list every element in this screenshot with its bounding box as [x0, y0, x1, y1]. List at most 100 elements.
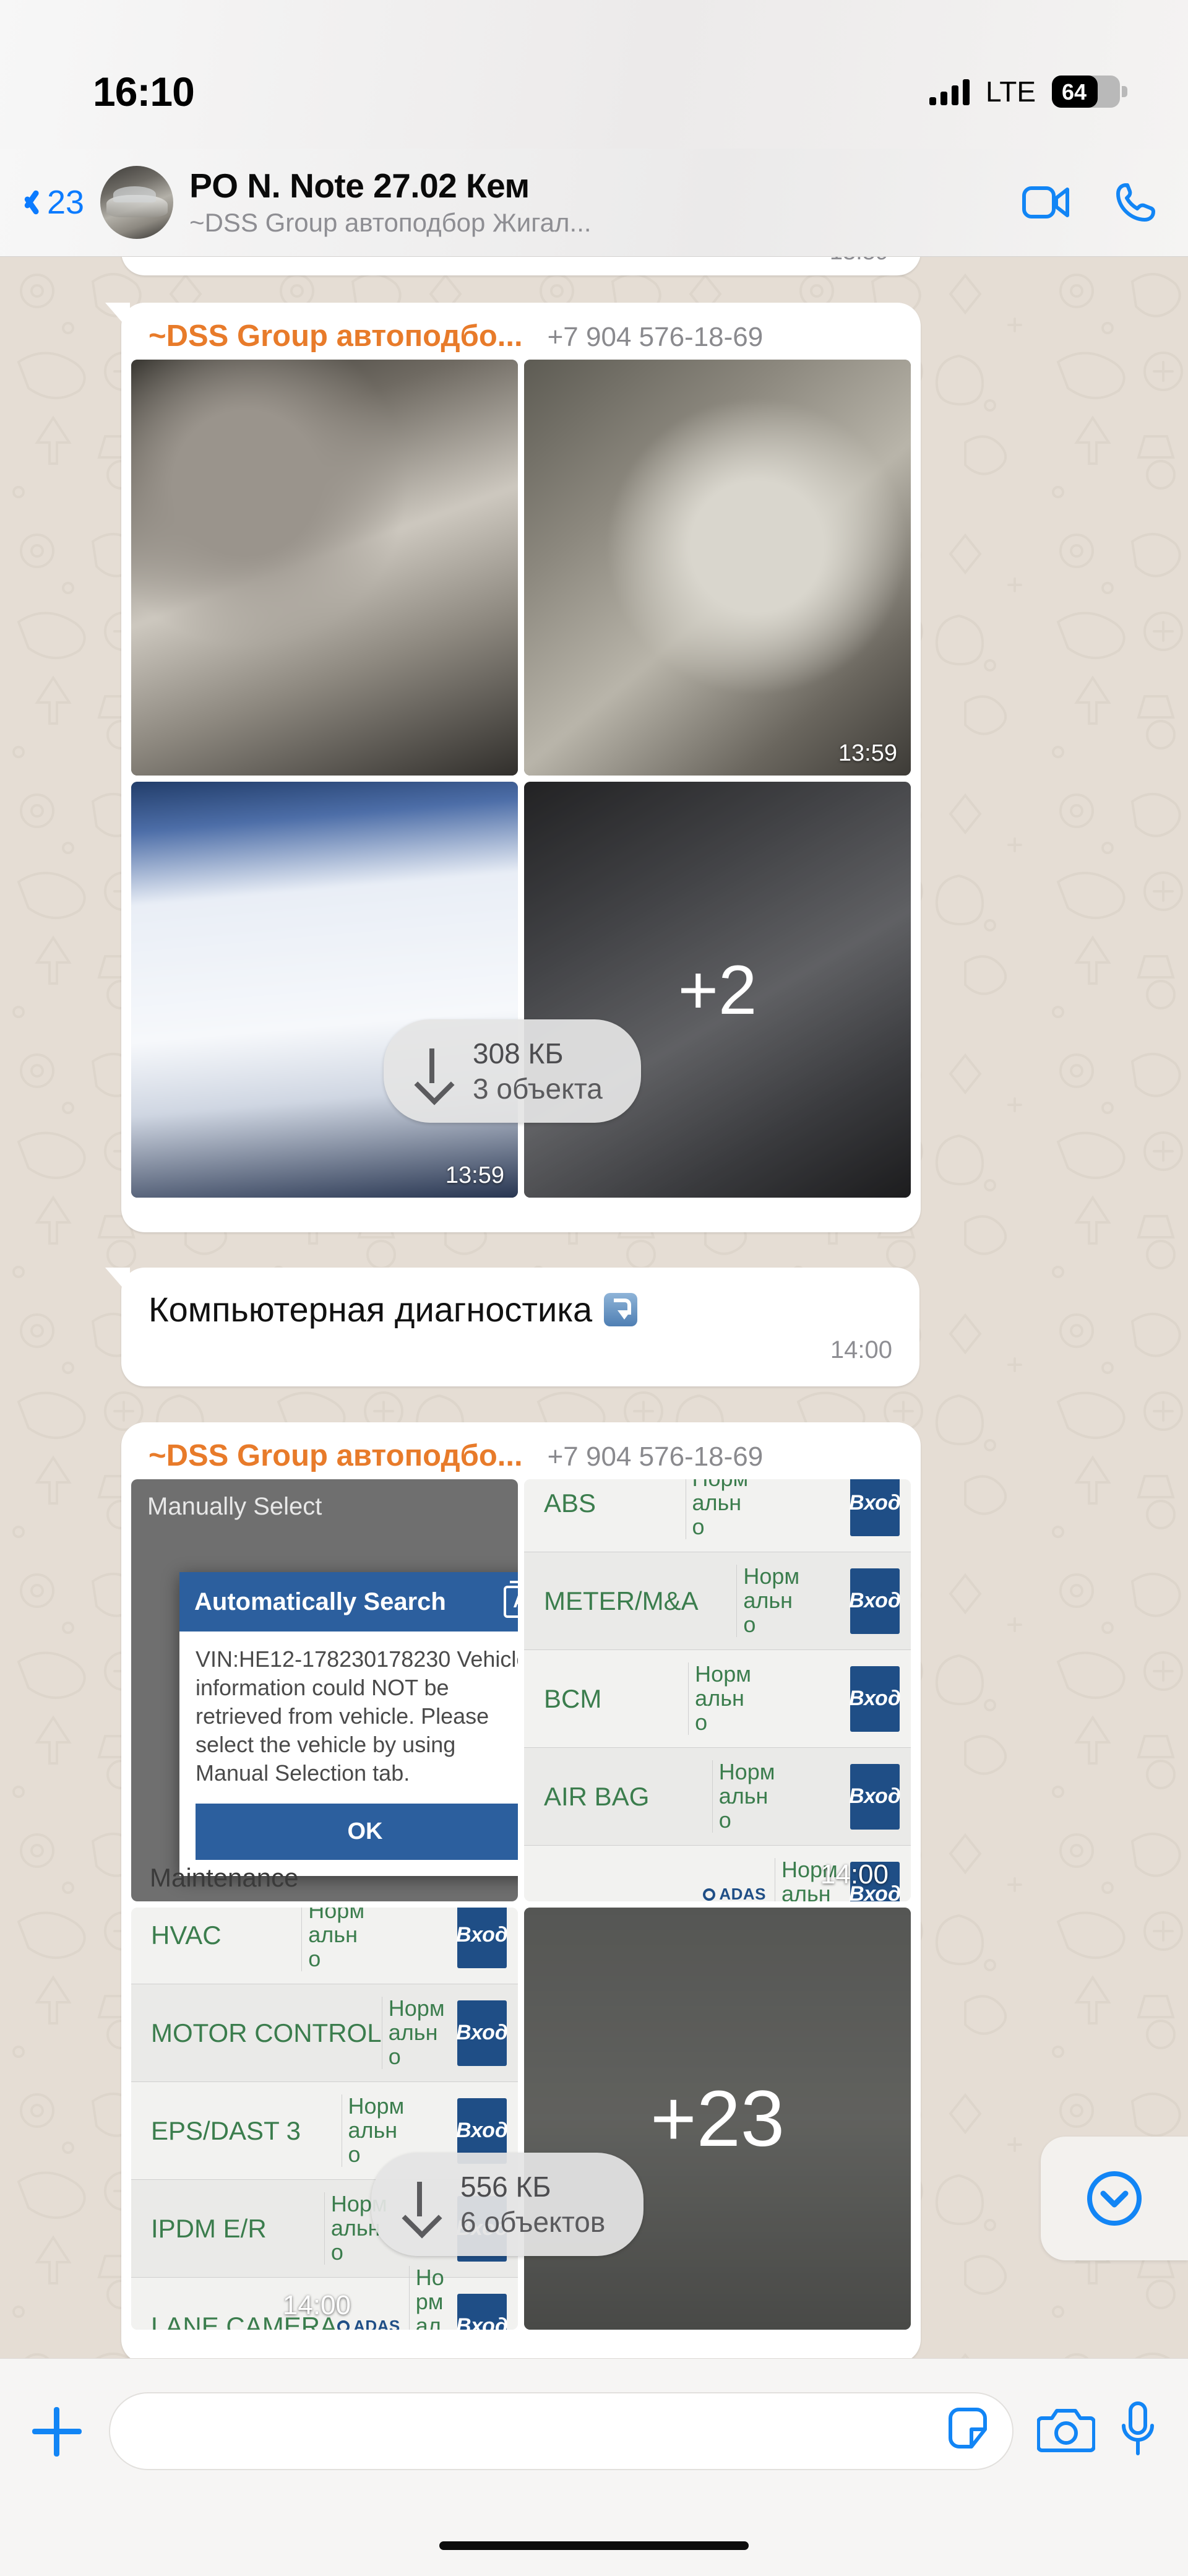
auto-search-icon: A — [504, 1581, 518, 1618]
status-bar: 16:10 LTE 64 — [0, 0, 1188, 149]
enter-button[interactable]: Вход — [849, 1479, 901, 1536]
album-tile-photo-4[interactable]: +2 — [524, 782, 911, 1198]
download-arrow-icon — [416, 1048, 448, 1094]
sender-row: ~DSS Group автоподбо... +7 904 576-18-69 — [121, 303, 921, 360]
chat-title-block[interactable]: PO N. Note 27.02 Кем ~DSS Group автоподб… — [189, 167, 1010, 238]
sender-name: ~DSS Group автоподбо... — [148, 319, 523, 353]
diagnostic-row[interactable]: ABS Нормально Вход — [524, 1479, 911, 1552]
diagnostic-row[interactable]: BCM Нормально Вход — [524, 1650, 911, 1748]
sender-name: ~DSS Group автоподбо... — [148, 1439, 523, 1472]
ecu-name: METER/M&A — [544, 1586, 699, 1615]
download-media-button-2[interactable]: 556 КБ 6 объектов — [371, 2153, 644, 2257]
ecu-status: Нормально — [381, 1996, 450, 2069]
arrow-down-curve-emoji — [603, 1293, 637, 1326]
ecu-name: ABS — [544, 1488, 596, 1518]
sender-row: ~DSS Group автоподбо... +7 904 576-18-69 — [121, 1422, 921, 1479]
message-timestamp: 13:59 — [830, 257, 889, 266]
diagnostic-rows: HVAC Нормально Вход MOTOR CONTROL Нормал… — [131, 1908, 518, 2330]
text-message-bubble[interactable]: Компьютерная диагностика 14:00 — [121, 1268, 919, 1386]
partial-message-bubble[interactable]: 13:59 — [121, 257, 921, 275]
enter-button[interactable]: Вход — [849, 1763, 901, 1830]
download-size: 556 КБ — [460, 2171, 551, 2203]
enter-button[interactable]: Вход — [849, 1568, 901, 1634]
more-media-overlay: +2 — [524, 782, 911, 1198]
video-camera-icon[interactable] — [1022, 184, 1070, 220]
microphone-icon[interactable] — [1119, 2401, 1157, 2461]
diagnostic-row[interactable]: AIR BAG Нормально Вход — [524, 1748, 911, 1846]
ecu-name: HVAC — [151, 1920, 222, 1950]
ecu-name: EPS/DAST 3 — [151, 2116, 301, 2145]
album-tile-photo-2[interactable]: 13:59 — [524, 360, 911, 776]
album-tile-screenshot-2[interactable]: ABS Нормально Вход METER/M&A Нормально В… — [524, 1479, 911, 1901]
diagnostic-row[interactable]: METER/M&A Нормально Вход — [524, 1552, 911, 1650]
sender-phone: +7 904 576-18-69 — [547, 322, 764, 352]
chevron-left-icon — [21, 186, 40, 219]
adas-dot-icon — [703, 1888, 716, 1901]
plus-icon[interactable] — [28, 2403, 85, 2460]
battery-percent: 64 — [1062, 79, 1087, 105]
automatically-search-dialog: Automatically Search A VIN:HE12-17823017… — [179, 1572, 518, 1877]
enter-button[interactable]: Вход — [456, 2293, 508, 2330]
diagnostic-list-screenshot: ABS Нормально Вход METER/M&A Нормально В… — [524, 1479, 911, 1901]
dialog-ok-button[interactable]: OK — [196, 1804, 518, 1861]
chat-header: 23 PO N. Note 27.02 Кем ~DSS Group автоп… — [0, 149, 1188, 257]
enter-button[interactable]: Вход — [456, 1908, 508, 1968]
download-count: 3 объекта — [473, 1072, 603, 1105]
adas-badge: ADAS — [703, 1885, 766, 1901]
scroll-to-bottom-button[interactable] — [1041, 2137, 1188, 2260]
ecu-status: Нормально — [688, 1662, 756, 1735]
ecu-name: MOTOR CONTROL — [151, 2018, 382, 2047]
download-count: 6 объектов — [460, 2205, 606, 2238]
adas-dot-icon — [337, 2320, 350, 2330]
dialog-body-text: VIN:HE12-178230178230 Vehicle informatio… — [196, 1646, 518, 1786]
battery-icon: 64 — [1052, 75, 1127, 108]
message-text: Компьютерная диагностика — [148, 1290, 593, 1329]
message-input-field[interactable] — [109, 2392, 1014, 2470]
album-tile-photo-1[interactable] — [131, 360, 518, 776]
bottom-safe-area — [0, 2503, 1188, 2576]
sender-phone: +7 904 576-18-69 — [547, 1441, 764, 1472]
unread-count-badge: 23 — [47, 184, 85, 221]
sticker-icon[interactable] — [944, 2406, 991, 2456]
signal-bars-icon — [929, 78, 970, 105]
download-size: 308 КБ — [473, 1037, 564, 1070]
message-input[interactable] — [139, 2414, 944, 2448]
ecu-status: Нормально — [408, 2265, 450, 2330]
media-timestamp: 13:59 — [838, 740, 897, 766]
diagnostic-row[interactable]: HVAC Нормально Вход — [131, 1908, 518, 1984]
dialog-title-bar: Automatically Search A — [179, 1572, 518, 1632]
phone-icon[interactable] — [1115, 181, 1157, 223]
album-tile-photo-3[interactable]: 13:59 — [131, 782, 518, 1198]
download-arrow-icon — [403, 2181, 436, 2228]
dialog-title: Automatically Search — [194, 1588, 446, 1615]
message-timestamp: 14:00 — [830, 1336, 892, 1364]
ecu-name: AIR BAG — [544, 1781, 650, 1811]
chat-title: PO N. Note 27.02 Кем — [189, 166, 530, 205]
chat-message-list[interactable]: 13:59 ~DSS Group автоподбо... +7 904 576… — [0, 257, 1188, 2358]
download-media-button-1[interactable]: 308 КБ 3 объекта — [384, 1019, 641, 1123]
album-tile-screenshot-1[interactable]: Manually Select Automatically Search A V… — [131, 1479, 518, 1901]
enter-button[interactable]: Вход — [849, 1666, 901, 1732]
ecu-name: IPDM E/R — [151, 2213, 267, 2243]
camera-icon[interactable] — [1036, 2405, 1096, 2457]
back-button[interactable]: 23 — [21, 183, 84, 222]
enter-button[interactable]: Вход — [456, 2000, 508, 2066]
diagnostic-list-screenshot-2: HVAC Нормально Вход MOTOR CONTROL Нормал… — [131, 1908, 518, 2330]
album-tile-screenshot-4[interactable]: +23 — [524, 1908, 911, 2330]
header-actions — [1022, 181, 1157, 223]
ecu-name: BCM — [544, 1683, 602, 1713]
home-indicator — [439, 2541, 749, 2550]
avatar[interactable] — [100, 166, 174, 239]
app-behind-label: Maintenance — [150, 1863, 299, 1892]
media-timestamp: 14:00 — [820, 1859, 889, 1890]
status-indicators: LTE 64 — [929, 75, 1127, 108]
media-timestamp: 13:59 — [445, 1162, 504, 1188]
media-timestamp: 14:00 — [282, 2290, 351, 2320]
diagnostic-rows: ABS Нормально Вход METER/M&A Нормально В… — [524, 1479, 911, 1901]
diagnostic-app-screenshot: Manually Select Automatically Search A V… — [131, 1479, 518, 1901]
chat-subtitle: ~DSS Group автоподбор Жигал... — [189, 207, 592, 237]
status-time: 16:10 — [93, 68, 195, 115]
network-type-label: LTE — [986, 75, 1036, 108]
diagnostic-row[interactable]: MOTOR CONTROL Нормально Вход — [131, 1984, 518, 2082]
album-tile-screenshot-3[interactable]: HVAC Нормально Вход MOTOR CONTROL Нормал… — [131, 1908, 518, 2330]
